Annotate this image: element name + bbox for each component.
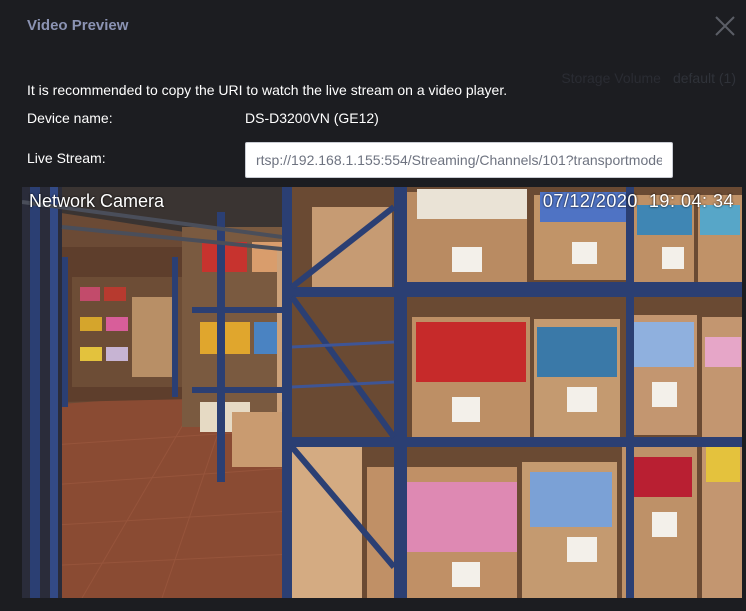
background-storage-text: Storage Volume default (1) <box>561 70 736 86</box>
osd-date: 07/12/2020 <box>542 191 638 211</box>
osd-camera-name: Network Camera <box>29 191 165 211</box>
video-player[interactable]: Network Camera 07/12/2020 19: 04: 34 <box>22 187 742 598</box>
warehouse-camera-image <box>22 187 742 598</box>
live-stream-label: Live Stream: <box>27 150 106 166</box>
osd-time: 19: 04: 34 <box>648 191 734 211</box>
device-name-value: DS-D3200VN (GE12) <box>245 110 379 126</box>
background-prefix: Storage Volume <box>561 70 661 86</box>
recommendation-message: It is recommended to copy the URI to wat… <box>27 82 508 98</box>
dialog-title: Video Preview <box>27 17 129 34</box>
device-name-label: Device name: <box>27 110 113 126</box>
close-icon[interactable] <box>713 14 737 38</box>
background-default: default (1) <box>672 70 736 86</box>
osd-timestamp: 07/12/2020 19: 04: 34 <box>543 191 734 212</box>
video-preview-dialog: Video Preview Storage Volume default (1) … <box>0 0 746 611</box>
live-stream-uri-field[interactable] <box>245 142 673 178</box>
